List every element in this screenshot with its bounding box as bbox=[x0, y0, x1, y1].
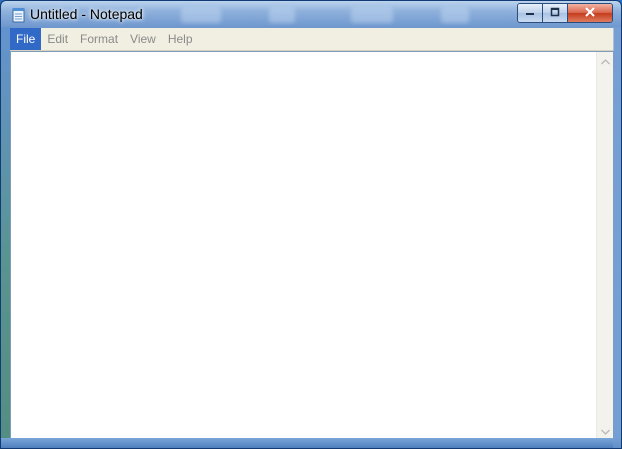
text-editor[interactable] bbox=[11, 52, 596, 439]
maximize-button[interactable] bbox=[543, 4, 568, 22]
background-blur bbox=[181, 7, 221, 23]
minimize-icon bbox=[525, 4, 535, 22]
caption-buttons bbox=[517, 3, 613, 23]
vertical-scrollbar[interactable] bbox=[596, 52, 613, 439]
close-icon bbox=[584, 4, 596, 22]
menu-bar: File Edit Format View Help bbox=[10, 28, 614, 51]
close-button[interactable] bbox=[568, 4, 612, 22]
title-bar[interactable]: Untitled - Notepad bbox=[1, 1, 621, 27]
scroll-down-button[interactable] bbox=[597, 422, 613, 439]
notepad-icon[interactable] bbox=[12, 7, 26, 23]
menu-format[interactable]: Format bbox=[74, 28, 124, 50]
arrow-down-icon bbox=[600, 422, 610, 440]
window-title: Untitled - Notepad bbox=[30, 6, 143, 22]
menu-view[interactable]: View bbox=[124, 28, 162, 50]
menu-file[interactable]: File bbox=[10, 28, 42, 50]
background-blur bbox=[269, 7, 295, 23]
menu-edit[interactable]: Edit bbox=[41, 28, 74, 50]
window-bottom-border bbox=[1, 438, 621, 448]
editor-area bbox=[10, 51, 614, 440]
maximize-icon bbox=[550, 4, 560, 22]
scroll-up-button[interactable] bbox=[597, 52, 613, 69]
menu-help[interactable]: Help bbox=[162, 28, 199, 50]
arrow-up-icon bbox=[600, 52, 610, 70]
notepad-window: Untitled - Notepad File Edit Format View… bbox=[0, 0, 622, 449]
minimize-button[interactable] bbox=[518, 4, 543, 22]
background-blur bbox=[441, 7, 469, 23]
background-blur bbox=[351, 7, 393, 23]
